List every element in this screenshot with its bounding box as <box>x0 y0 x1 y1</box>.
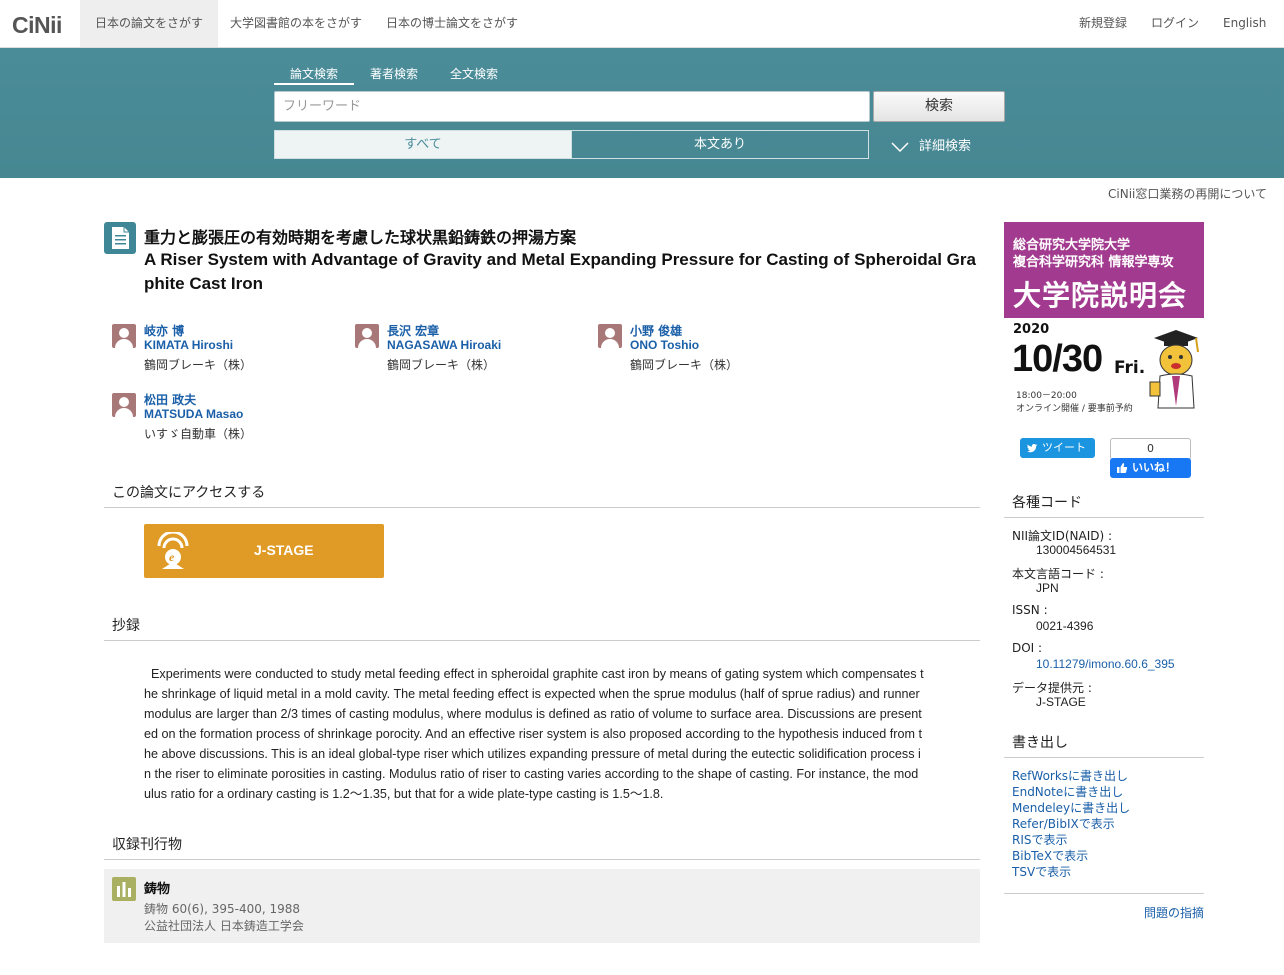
export-refworks-link[interactable]: RefWorksに書き出し <box>1012 767 1128 784</box>
code-value: 130004564531 <box>1036 543 1117 557</box>
export-refer-link[interactable]: Refer/BibIXで表示 <box>1012 815 1115 832</box>
notice-link[interactable]: CiNii窓口業務の再開について <box>1108 185 1267 202</box>
logo-text: CiNii <box>12 12 62 38</box>
like-button[interactable]: いいね！ <box>1110 458 1191 478</box>
author-avatar-icon <box>112 393 136 417</box>
like-label: いいね！ <box>1132 461 1176 474</box>
twitter-icon <box>1027 443 1038 453</box>
banner-day: Fri. <box>1114 358 1146 378</box>
journal-heading: 収録刊行物 <box>104 834 980 860</box>
banner-mode: オンライン開催 / 要事前予約 <box>1016 404 1133 414</box>
author-name-en[interactable]: KIMATA Hiroshi <box>144 338 233 352</box>
like-widget[interactable]: 0 いいね！ <box>1110 438 1191 478</box>
abstract-heading: 抄録 <box>104 615 980 641</box>
author-name-en[interactable]: ONO Toshio <box>630 338 699 352</box>
abstract-text: Experiments were conducted to study meta… <box>144 667 924 801</box>
bar-chart-icon <box>112 877 136 901</box>
register-link[interactable]: 新規登録 <box>1079 0 1127 47</box>
export-tsv-link[interactable]: TSVで表示 <box>1012 863 1071 880</box>
banner-year: 2020 <box>1013 322 1050 337</box>
code-label: NII論文ID(NAID) : <box>1012 529 1113 543</box>
report-problem-link[interactable]: 問題の指摘 <box>1144 904 1204 921</box>
advanced-search-label: 詳細検索 <box>919 139 972 154</box>
banner-line2: 複合科学研究科 情報学専攻 <box>1013 255 1174 270</box>
nav-tab-books[interactable]: 大学図書館の本をさがす <box>215 0 377 47</box>
author-affiliation: 鶴岡ブレーキ（株） <box>144 358 253 372</box>
doi-link[interactable]: 10.11279/imono.60.6_395 <box>1036 657 1175 671</box>
event-banner[interactable]: 総合研究大学院大学 複合科学研究科 情報学専攻 大学院説明会 2020 10/3… <box>1004 222 1204 418</box>
banner-date: 10/30 <box>1012 338 1103 380</box>
jstage-icon: e <box>157 532 189 569</box>
jstage-label: J-STAGE <box>254 542 314 558</box>
mascot-icon <box>1149 330 1199 409</box>
article-title-ja: 重力と膨張圧の有効時期を考慮した球状黒鉛鋳鉄の押湯方案 <box>144 228 577 247</box>
journal-publisher: 公益社団法人 日本鋳造工学会 <box>144 919 304 933</box>
english-link[interactable]: English <box>1223 0 1266 47</box>
nav-tab-articles[interactable]: 日本の論文をさがす <box>80 0 219 47</box>
search-band: 論文検索 著者検索 全文検索 検索 すべて 本文あり 詳細検索 <box>0 48 1284 178</box>
filter-all[interactable]: すべて <box>274 130 572 159</box>
author-name-ja[interactable]: 松田 政夫 <box>144 391 196 408</box>
export-heading: 書き出し <box>1004 732 1204 758</box>
author-name-ja[interactable]: 長沢 宏章 <box>387 322 439 339</box>
code-value: 0021-4396 <box>1036 619 1094 633</box>
tab-author-search[interactable]: 著者検索 <box>370 65 418 85</box>
author-affiliation: 鶴岡ブレーキ（株） <box>387 358 496 372</box>
code-label: DOI : <box>1012 641 1043 655</box>
like-count: 0 <box>1110 438 1191 460</box>
code-label: データ提供元 : <box>1012 681 1092 695</box>
chevron-down-icon <box>891 141 909 152</box>
author-name-en[interactable]: NAGASAWA Hiroaki <box>387 338 501 352</box>
code-value: JPN <box>1036 581 1059 595</box>
cinii-logo[interactable]: CiNii <box>12 12 62 39</box>
jstage-button[interactable]: e J-STAGE <box>144 524 384 578</box>
author-avatar-icon <box>112 324 136 348</box>
article-title-en: A Riser System with Advantage of Gravity… <box>144 250 976 293</box>
author-affiliation: 鶴岡ブレーキ（株） <box>630 358 739 372</box>
author-name-en[interactable]: MATSUDA Masao <box>144 407 243 421</box>
author-avatar-icon <box>598 324 622 348</box>
journal-volume: 鋳物 60(6), 395-400, 1988 <box>144 902 301 916</box>
author-avatar-icon <box>355 324 379 348</box>
journal-name[interactable]: 鋳物 <box>144 878 170 897</box>
author-name-ja[interactable]: 小野 俊雄 <box>630 322 682 339</box>
codes-heading: 各種コード <box>1004 492 1204 518</box>
tweet-button[interactable]: ツイート <box>1020 438 1095 458</box>
code-label: 本文言語コード : <box>1012 567 1104 581</box>
export-mendeley-link[interactable]: Mendeleyに書き出し <box>1012 799 1130 816</box>
code-value: J-STAGE <box>1036 695 1086 709</box>
tab-fulltext-search[interactable]: 全文検索 <box>450 65 498 85</box>
advanced-search-toggle[interactable]: 詳細検索 <box>891 135 971 154</box>
journal-card[interactable]: 鋳物 鋳物 60(6), 395-400, 1988 公益社団法人 日本鋳造工学… <box>104 869 980 943</box>
search-button[interactable]: 検索 <box>873 91 1005 122</box>
top-nav: CiNii 日本の論文をさがす 大学図書館の本をさがす 日本の博士論文をさがす … <box>0 0 1284 48</box>
banner-time: 18:00－20:00 <box>1016 391 1077 401</box>
divider <box>1004 893 1204 894</box>
author-name-ja[interactable]: 岐亦 博 <box>144 322 184 339</box>
author-affiliation: いすゞ自動車（株） <box>144 427 253 441</box>
export-ris-link[interactable]: RISで表示 <box>1012 831 1068 848</box>
document-icon <box>104 222 136 254</box>
nav-tab-dissertations[interactable]: 日本の博士論文をさがす <box>371 0 533 47</box>
svg-text:e: e <box>169 550 175 564</box>
login-link[interactable]: ログイン <box>1151 0 1199 47</box>
search-input[interactable] <box>274 91 870 122</box>
export-bibtex-link[interactable]: BibTeXで表示 <box>1012 847 1088 864</box>
tab-article-search[interactable]: 論文検索 <box>274 65 355 85</box>
banner-line3: 大学院説明会 <box>1013 279 1188 312</box>
filter-fulltext[interactable]: 本文あり <box>571 130 869 159</box>
thumbs-up-icon <box>1117 463 1128 473</box>
export-endnote-link[interactable]: EndNoteに書き出し <box>1012 783 1123 800</box>
access-heading: この論文にアクセスする <box>104 482 980 508</box>
tweet-label: ツイート <box>1042 441 1086 454</box>
code-label: ISSN : <box>1012 603 1048 617</box>
